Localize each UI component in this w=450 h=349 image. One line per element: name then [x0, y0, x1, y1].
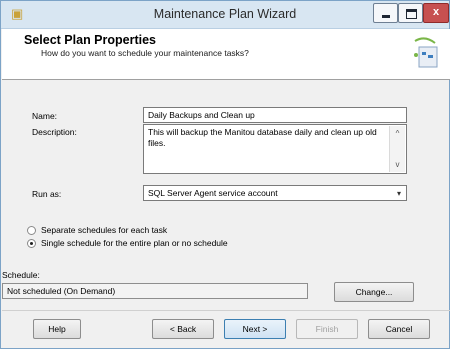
title-bar[interactable]: ▣ Maintenance Plan Wizard x: [1, 1, 449, 29]
run-as-dropdown[interactable]: SQL Server Agent service account ▾: [143, 185, 407, 201]
radio-separate-label[interactable]: Separate schedules for each task: [41, 225, 167, 235]
name-field[interactable]: Daily Backups and Clean up: [143, 107, 407, 123]
close-button[interactable]: x: [423, 3, 449, 23]
next-button[interactable]: Next >: [224, 319, 286, 339]
scroll-down-icon[interactable]: v: [392, 159, 403, 170]
schedule-label: Schedule:: [2, 270, 40, 280]
chevron-down-icon[interactable]: ▾: [397, 189, 401, 198]
run-as-label: Run as:: [32, 189, 62, 199]
wizard-window: ▣ Maintenance Plan Wizard x Select Plan …: [0, 0, 450, 349]
footer-divider: [2, 310, 450, 311]
radio-single-schedule[interactable]: [27, 239, 36, 248]
description-text: This will backup the Manitou database da…: [148, 127, 377, 148]
minimize-button[interactable]: [373, 3, 398, 23]
change-schedule-button[interactable]: Change...: [334, 282, 414, 302]
description-field[interactable]: This will backup the Manitou database da…: [143, 124, 407, 174]
cancel-button[interactable]: Cancel: [368, 319, 430, 339]
run-as-value: SQL Server Agent service account: [148, 188, 278, 198]
help-button[interactable]: Help: [33, 319, 81, 339]
scroll-up-icon[interactable]: ^: [392, 128, 403, 139]
description-scrollbar[interactable]: ^ v: [389, 126, 405, 172]
page-title: Select Plan Properties: [24, 33, 157, 47]
radio-separate-schedules[interactable]: [27, 226, 36, 235]
wizard-header: Select Plan Properties How do you want t…: [2, 29, 450, 80]
finish-button: Finish: [296, 319, 358, 339]
back-button[interactable]: < Back: [152, 319, 214, 339]
radio-single-label[interactable]: Single schedule for the entire plan or n…: [41, 238, 228, 248]
schedule-display: Not scheduled (On Demand): [2, 283, 308, 299]
wizard-graphic-icon: [414, 37, 438, 68]
maximize-button[interactable]: [398, 3, 423, 23]
description-label: Description:: [32, 127, 77, 137]
page-subtitle: How do you want to schedule your mainten…: [41, 48, 249, 58]
name-label: Name:: [32, 111, 58, 121]
